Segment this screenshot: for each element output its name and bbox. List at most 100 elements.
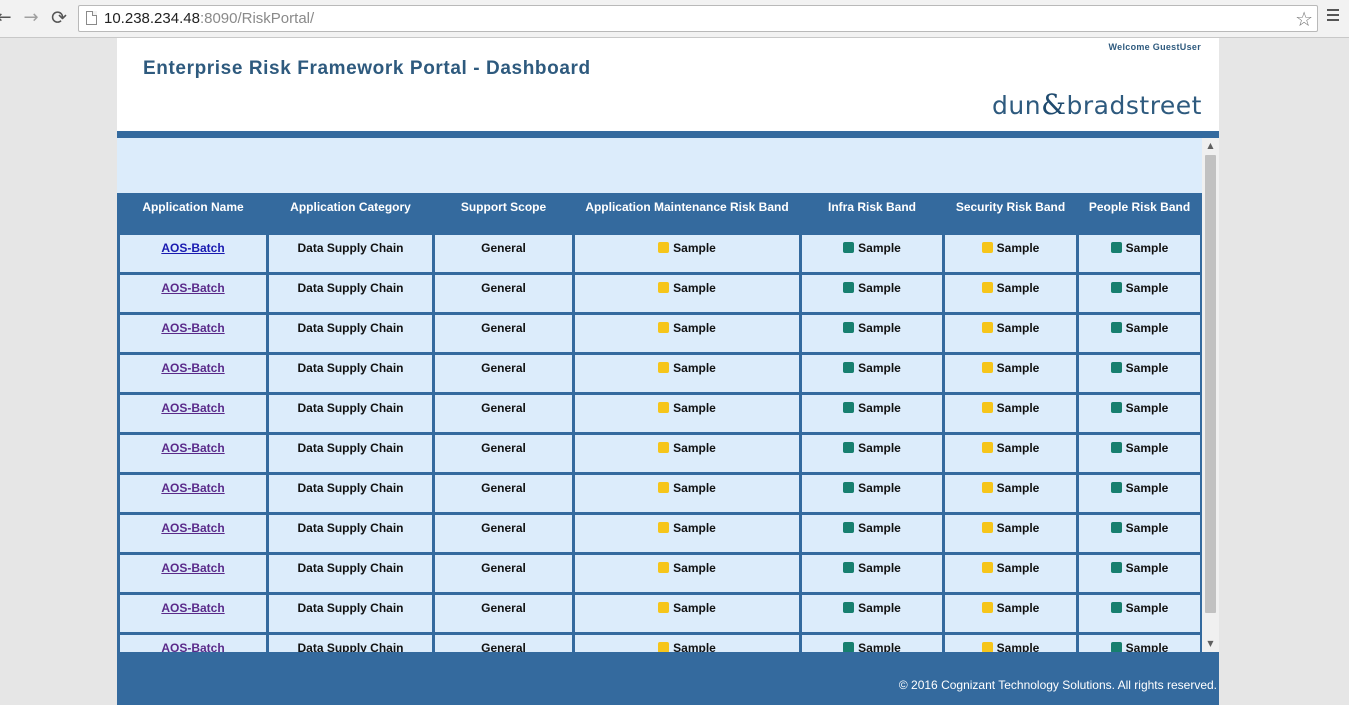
cell-people-risk-band: Sample — [1079, 355, 1200, 392]
reload-icon[interactable]: ⟳ — [49, 8, 69, 28]
risk-band-label: Sample — [673, 401, 716, 415]
dashboard-content[interactable]: Application Name Application Category Su… — [117, 138, 1219, 652]
cell-application-category: Data Supply Chain — [269, 315, 432, 352]
scroll-up-arrow-icon[interactable]: ▲ — [1202, 138, 1219, 154]
filter-band — [117, 138, 1200, 193]
risk-status-square-icon — [1110, 562, 1122, 573]
application-link[interactable]: AOS-Batch — [161, 401, 224, 415]
risk-band-label: Sample — [996, 601, 1040, 615]
application-link[interactable]: AOS-Batch — [161, 481, 224, 495]
risk-band-label: Sample — [673, 521, 716, 535]
application-link[interactable]: AOS-Batch — [161, 241, 224, 255]
risk-band-label: Sample — [858, 561, 901, 575]
cell-support-scope: General — [435, 275, 572, 312]
cell-infra-risk-band: Sample — [802, 355, 942, 392]
cell-application-name: AOS-Batch — [120, 395, 266, 432]
risk-band-label: Sample — [1125, 601, 1169, 615]
cell-people-risk-band: Sample — [1079, 395, 1200, 432]
table-row: AOS-Batch Data Supply Chain General Sample S… — [120, 395, 1200, 432]
cell-security-risk-band: Sample — [945, 315, 1076, 352]
column-header: Application Category — [269, 196, 432, 232]
cell-application-category: Data Supply Chain — [269, 635, 432, 652]
application-link[interactable]: AOS-Batch — [161, 641, 224, 652]
risk-status-square-icon — [658, 322, 670, 333]
cell-support-scope: General — [435, 515, 572, 552]
application-link[interactable]: AOS-Batch — [161, 321, 224, 335]
browser-toolbar: ← → ⟳ 10.238.234.48:8090/RiskPortal/ ☆ — [0, 0, 1349, 38]
cell-application-name: AOS-Batch — [120, 595, 266, 632]
cell-infra-risk-band: Sample — [802, 555, 942, 592]
cell-application-name: AOS-Batch — [120, 235, 266, 272]
risk-status-square-icon — [981, 322, 993, 333]
page-header: Welcome GuestUser Enterprise Risk Framew… — [117, 38, 1219, 131]
menu-icon[interactable] — [1327, 9, 1339, 21]
risk-band-label: Sample — [1125, 561, 1169, 575]
risk-band-label: Sample — [1125, 481, 1169, 495]
risk-status-square-icon — [843, 442, 855, 453]
cell-maint-risk-band: Sample — [575, 315, 799, 352]
risk-status-square-icon — [981, 562, 993, 573]
page-footer: © 2016 Cognizant Technology Solutions. A… — [117, 652, 1219, 705]
cell-application-category: Data Supply Chain — [269, 235, 432, 272]
scroll-thumb[interactable] — [1205, 155, 1216, 613]
cell-infra-risk-band: Sample — [802, 635, 942, 652]
risk-status-square-icon — [1110, 322, 1122, 333]
logo-ampersand: & — [1041, 88, 1067, 121]
risk-band-label: Sample — [858, 361, 901, 375]
page-icon — [86, 11, 97, 25]
application-link[interactable]: AOS-Batch — [161, 441, 224, 455]
cell-application-name: AOS-Batch — [120, 635, 266, 652]
vertical-scrollbar[interactable]: ▲ ▼ — [1202, 138, 1219, 652]
table-row: AOS-Batch Data Supply Chain General Sample S… — [120, 235, 1200, 272]
application-link[interactable]: AOS-Batch — [161, 601, 224, 615]
cell-infra-risk-band: Sample — [802, 315, 942, 352]
risk-band-label: Sample — [996, 241, 1040, 255]
risk-status-square-icon — [843, 522, 855, 533]
cell-security-risk-band: Sample — [945, 515, 1076, 552]
url-text[interactable]: 10.238.234.48:8090/RiskPortal/ — [104, 10, 314, 27]
cell-maint-risk-band: Sample — [575, 595, 799, 632]
header-divider — [117, 131, 1219, 138]
cell-support-scope: General — [435, 235, 572, 272]
application-link[interactable]: AOS-Batch — [161, 561, 224, 575]
risk-band-label: Sample — [1125, 361, 1169, 375]
forward-arrow-icon[interactable]: → — [21, 8, 41, 28]
cell-application-name: AOS-Batch — [120, 315, 266, 352]
logo-text-right: bradstreet — [1066, 91, 1202, 120]
cell-support-scope: General — [435, 435, 572, 472]
back-arrow-icon[interactable]: ← — [0, 8, 14, 28]
cell-maint-risk-band: Sample — [575, 515, 799, 552]
application-link[interactable]: AOS-Batch — [161, 281, 224, 295]
cell-application-name: AOS-Batch — [120, 555, 266, 592]
application-link[interactable]: AOS-Batch — [161, 361, 224, 375]
table-row: AOS-Batch Data Supply Chain General Sample S… — [120, 435, 1200, 472]
column-header: Infra Risk Band — [802, 196, 942, 232]
cell-infra-risk-band: Sample — [802, 435, 942, 472]
risk-status-square-icon — [981, 362, 993, 373]
risk-band-label: Sample — [996, 321, 1040, 335]
bookmark-star-icon[interactable]: ☆ — [1295, 7, 1313, 31]
url-path: :8090/RiskPortal/ — [199, 10, 315, 27]
table-row: AOS-Batch Data Supply Chain General Sample S… — [120, 595, 1200, 632]
cell-security-risk-band: Sample — [945, 555, 1076, 592]
application-link[interactable]: AOS-Batch — [161, 521, 224, 535]
cell-application-category: Data Supply Chain — [269, 435, 432, 472]
table-row: AOS-Batch Data Supply Chain General Sample S… — [120, 315, 1200, 352]
risk-band-label: Sample — [1125, 281, 1169, 295]
cell-application-category: Data Supply Chain — [269, 395, 432, 432]
cell-people-risk-band: Sample — [1079, 555, 1200, 592]
address-bar[interactable]: 10.238.234.48:8090/RiskPortal/ ☆ — [78, 5, 1318, 32]
cell-application-category: Data Supply Chain — [269, 555, 432, 592]
welcome-text: Welcome GuestUser — [1108, 42, 1201, 52]
risk-status-square-icon — [1110, 362, 1122, 373]
risk-status-square-icon — [981, 242, 993, 253]
risk-band-label: Sample — [996, 281, 1040, 295]
risk-status-square-icon — [658, 282, 670, 293]
risk-status-square-icon — [843, 602, 855, 613]
cell-maint-risk-band: Sample — [575, 435, 799, 472]
risk-table: Application Name Application Category Su… — [117, 193, 1203, 652]
cell-security-risk-band: Sample — [945, 355, 1076, 392]
column-header: Support Scope — [435, 196, 572, 232]
scroll-down-arrow-icon[interactable]: ▼ — [1202, 636, 1219, 652]
cell-maint-risk-band: Sample — [575, 235, 799, 272]
